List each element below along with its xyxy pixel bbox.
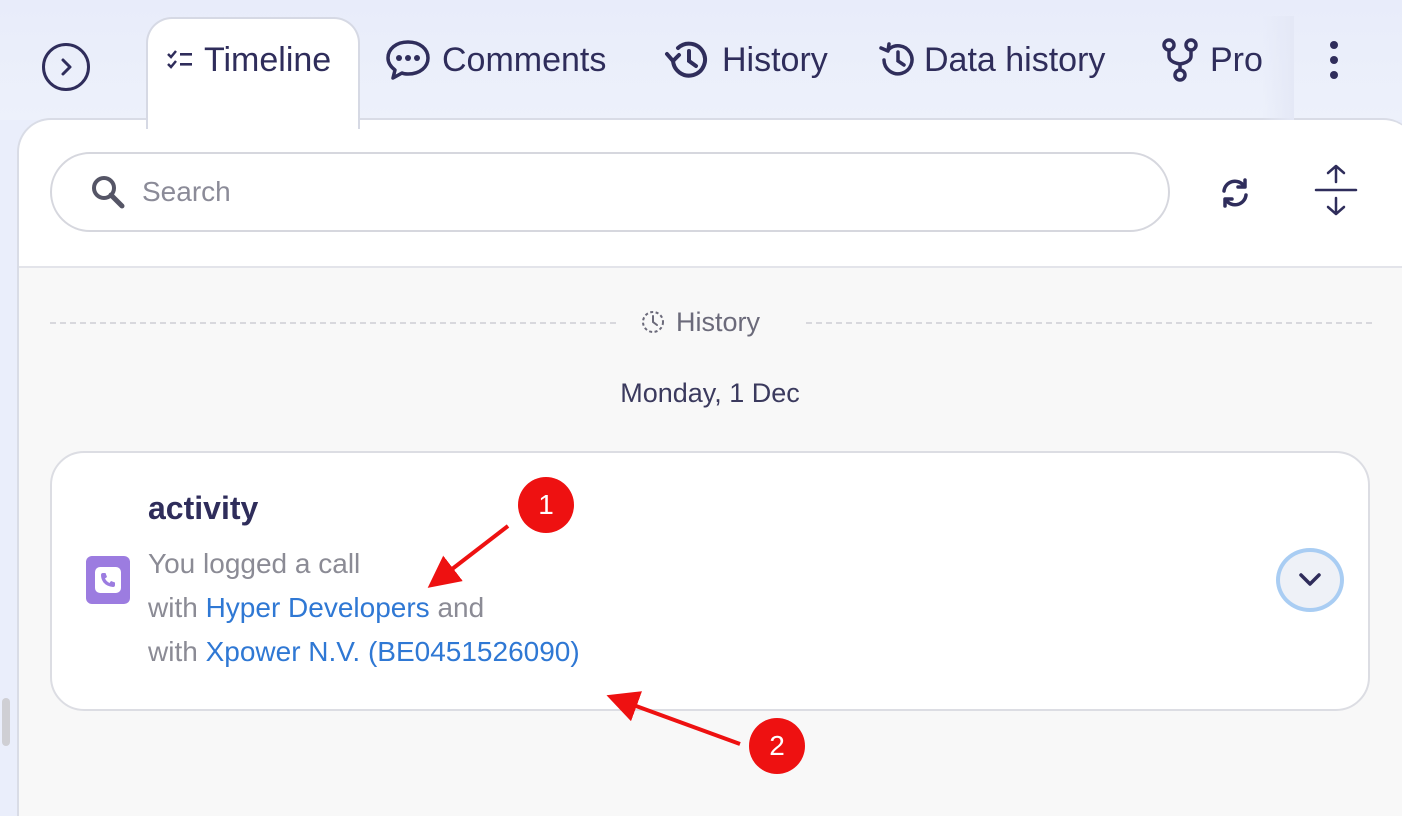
data-history-icon: [878, 40, 918, 80]
tab-timeline-label: Timeline: [204, 40, 332, 79]
search-box: [50, 152, 1170, 232]
phone-icon: [95, 567, 121, 593]
xpower-link[interactable]: Xpower N.V. (BE0451526090): [206, 636, 580, 667]
activity-with-text-2: with: [148, 636, 206, 667]
tab-processes-clip: Pro: [1160, 30, 1264, 90]
tab-processes[interactable]: Pro: [1160, 30, 1263, 90]
resize-handle[interactable]: [2, 698, 10, 746]
refresh-button[interactable]: [1212, 170, 1258, 216]
tab-data-history-label: Data history: [924, 40, 1106, 79]
call-activity-badge: [86, 556, 130, 604]
activity-line-2: with Hyper Developers and: [148, 592, 484, 624]
tab-history-label: History: [722, 40, 828, 79]
date-header: Monday, 1 Dec: [620, 378, 800, 408]
checklist-icon: [166, 48, 194, 72]
hyper-developers-link[interactable]: Hyper Developers: [206, 592, 430, 623]
tab-comments-label: Comments: [442, 40, 607, 79]
search-icon: [90, 174, 126, 210]
fork-icon: [1160, 36, 1200, 84]
expand-vertical-icon: [1314, 164, 1358, 216]
activity-and-text: and: [429, 592, 485, 623]
clock-dashed-icon: [642, 311, 664, 333]
tab-history[interactable]: History: [664, 30, 828, 90]
more-options-button[interactable]: [1316, 38, 1352, 82]
activity-line-3: with Xpower N.V. (BE0451526090): [148, 636, 580, 668]
tab-processes-label: Pro: [1210, 40, 1263, 79]
activity-with-text: with: [148, 592, 206, 623]
history-section-header: History: [640, 304, 760, 340]
collapse-sidebar-button[interactable]: [42, 43, 90, 91]
tab-data-history[interactable]: Data history: [878, 30, 1105, 90]
annotation-marker-2: 2: [749, 718, 805, 774]
history-clock-icon: [664, 38, 712, 82]
expand-collapse-all-button[interactable]: [1310, 162, 1362, 218]
refresh-icon: [1222, 178, 1248, 208]
search-input[interactable]: [142, 176, 1042, 208]
history-section-label: History: [676, 306, 761, 337]
section-divider-left: [50, 322, 616, 324]
tab-overflow-fade: [1262, 16, 1294, 120]
more-vertical-icon: [1330, 41, 1338, 49]
expand-activity-button[interactable]: [1276, 548, 1344, 612]
activity-title: activity: [148, 490, 259, 526]
chevron-down-icon: [1299, 573, 1321, 586]
section-divider-right: [806, 322, 1372, 324]
chevron-right-icon: [61, 58, 72, 76]
chat-bubble-icon: [384, 38, 432, 82]
activity-line-1: You logged a call: [148, 548, 361, 579]
tab-timeline[interactable]: Timeline: [166, 30, 331, 90]
annotation-marker-1: 1: [518, 477, 574, 533]
tab-comments[interactable]: Comments: [384, 30, 606, 90]
